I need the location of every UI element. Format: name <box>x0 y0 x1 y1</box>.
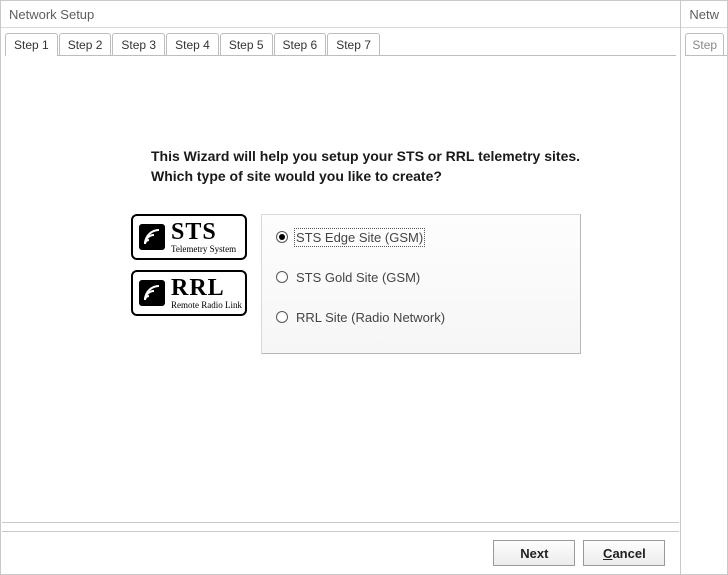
option-sts-edge-label: STS Edge Site (GSM) <box>296 230 423 245</box>
option-rrl[interactable]: RRL Site (Radio Network) <box>276 307 566 327</box>
next-button[interactable]: Next <box>493 540 575 566</box>
main-window: Network Setup Step 1 Step 2 Step 3 Step … <box>0 0 681 575</box>
tab-step-4[interactable]: Step 4 <box>166 33 219 56</box>
secondary-window: Netw Step <box>681 0 728 575</box>
tab-step-1[interactable]: Step 1 <box>5 33 58 56</box>
wizard-instruction-line-1: This Wizard will help you setup your STS… <box>151 146 580 166</box>
radio-rrl[interactable] <box>276 311 288 323</box>
wizard-footer: Next Cancel <box>2 532 679 574</box>
secondary-tab-step[interactable]: Step <box>685 33 724 56</box>
wizard-content: This Wizard will help you setup your STS… <box>1 56 680 574</box>
site-type-group: STS Edge Site (GSM) STS Gold Site (GSM) … <box>261 214 581 354</box>
tab-step-6[interactable]: Step 6 <box>274 33 327 56</box>
rrl-logo: RRL Remote Radio Link <box>131 270 247 316</box>
tab-step-5[interactable]: Step 5 <box>220 33 273 56</box>
cancel-button[interactable]: Cancel <box>583 540 665 566</box>
tab-step-3[interactable]: Step 3 <box>112 33 165 56</box>
tab-step-2[interactable]: Step 2 <box>59 33 112 56</box>
tab-step-7[interactable]: Step 7 <box>327 33 380 56</box>
radio-sts-gold[interactable] <box>276 271 288 283</box>
window-title: Network Setup <box>9 7 94 22</box>
sts-logo-name: STS <box>171 220 236 244</box>
rrl-logo-subtitle: Remote Radio Link <box>171 301 242 310</box>
sts-logo-subtitle: Telemetry System <box>171 245 236 254</box>
option-sts-edge[interactable]: STS Edge Site (GSM) <box>276 227 566 247</box>
rrl-logo-name: RRL <box>171 276 242 300</box>
window-title-bar: Network Setup <box>1 1 680 28</box>
option-sts-gold[interactable]: STS Gold Site (GSM) <box>276 267 566 287</box>
wizard-instruction-line-2: Which type of site would you like to cre… <box>151 166 580 186</box>
option-rrl-label: RRL Site (Radio Network) <box>296 310 445 325</box>
wizard-tabstrip: Step 1 Step 2 Step 3 Step 4 Step 5 Step … <box>1 28 680 56</box>
secondary-tabstrip: Step <box>681 28 727 56</box>
product-logos: STS Telemetry System RRL Remote <box>131 214 249 326</box>
app-root: Network Setup Step 1 Step 2 Step 3 Step … <box>0 0 728 575</box>
wizard-instructions: This Wizard will help you setup your STS… <box>151 146 580 186</box>
footer-separator <box>2 522 679 532</box>
signal-icon <box>139 224 165 250</box>
signal-icon <box>139 280 165 306</box>
sts-logo: STS Telemetry System <box>131 214 247 260</box>
radio-sts-edge[interactable] <box>276 231 288 243</box>
secondary-window-title: Netw <box>681 1 727 28</box>
option-sts-gold-label: STS Gold Site (GSM) <box>296 270 420 285</box>
